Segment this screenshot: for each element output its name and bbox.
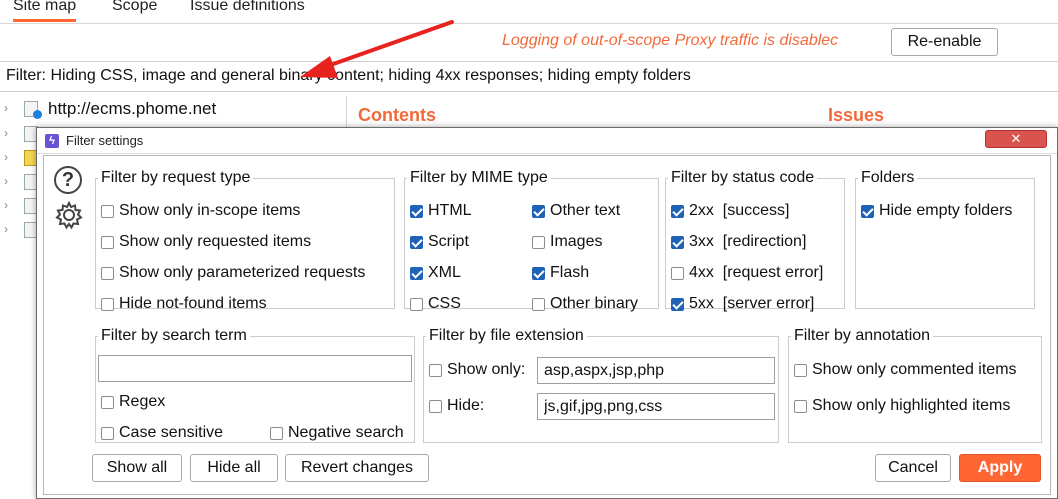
checkbox[interactable] — [532, 267, 545, 280]
checkbox[interactable] — [101, 396, 114, 409]
top-tabs: Site map Scope Issue definitions — [0, 0, 1058, 24]
checkbox[interactable] — [794, 364, 807, 377]
checkbox[interactable] — [671, 298, 684, 311]
checkbox[interactable] — [410, 298, 423, 311]
help-icon[interactable]: ? — [54, 166, 82, 194]
request-type-group: Filter by request type Show only in-scop… — [95, 169, 395, 312]
checkbox[interactable] — [101, 298, 114, 311]
chevron-right-icon[interactable]: › — [4, 102, 12, 114]
checkbox[interactable] — [270, 427, 283, 440]
scope-logging-notice: Logging of out-of-scope Proxy traffic is… — [502, 32, 839, 49]
checkbox[interactable] — [101, 205, 114, 218]
status-code-group: Filter by status code 2xx [success] 3xx … — [665, 169, 845, 312]
dialog-body: ? Filter by request type Show only in-sc… — [43, 155, 1051, 495]
show-all-button[interactable]: Show all — [92, 454, 182, 482]
reenable-button[interactable]: Re-enable — [891, 28, 998, 56]
file-extension-legend: Filter by file extension — [429, 327, 584, 344]
checkbox[interactable] — [532, 205, 545, 218]
tab-issue-definitions[interactable]: Issue definitions — [190, 0, 305, 15]
annotation-legend: Filter by annotation — [794, 327, 931, 344]
dialog-titlebar[interactable]: ϟ Filter settings ✕ — [37, 128, 1057, 154]
checkbox[interactable] — [410, 236, 423, 249]
checkbox[interactable] — [671, 236, 684, 249]
checkbox[interactable] — [429, 400, 442, 413]
file-extension-group: Filter by file extension Show only: Hide… — [423, 327, 779, 443]
folders-legend: Folders — [861, 169, 915, 186]
status-dot-icon — [33, 110, 42, 119]
hide-all-button[interactable]: Hide all — [190, 454, 278, 482]
folders-group: Folders Hide empty folders — [855, 169, 1035, 309]
contents-heading: Contents — [358, 105, 436, 125]
hide-extensions-input[interactable] — [537, 393, 775, 420]
filter-settings-dialog: ϟ Filter settings ✕ ? Filter by request … — [36, 127, 1058, 499]
search-term-group: Filter by search term Regex Case sensiti… — [95, 327, 415, 443]
checkbox[interactable] — [532, 298, 545, 311]
checkbox[interactable] — [794, 400, 807, 413]
tree-row[interactable]: › — [0, 219, 40, 243]
checkbox[interactable] — [410, 205, 423, 218]
request-type-legend: Filter by request type — [101, 169, 251, 186]
chevron-right-icon[interactable]: › — [4, 223, 12, 235]
tree-row[interactable]: › — [0, 123, 40, 147]
burp-app-icon: ϟ — [45, 134, 59, 148]
close-button[interactable]: ✕ — [985, 130, 1047, 148]
checkbox[interactable] — [861, 205, 874, 218]
checkbox[interactable] — [101, 236, 114, 249]
tree-host-label: http://ecms.phome.net — [48, 99, 217, 118]
status-code-legend: Filter by status code — [671, 169, 815, 186]
tree-row[interactable]: › — [0, 171, 40, 195]
checkbox[interactable] — [410, 267, 423, 280]
tree-row[interactable]: › — [0, 195, 40, 219]
checkbox[interactable] — [671, 205, 684, 218]
chevron-right-icon[interactable]: › — [4, 151, 12, 163]
issues-heading: Issues — [828, 105, 885, 125]
search-term-legend: Filter by search term — [101, 327, 247, 344]
chevron-right-icon[interactable]: › — [4, 175, 12, 187]
checkbox[interactable] — [101, 267, 114, 280]
search-term-input[interactable] — [98, 355, 412, 382]
annotation-group: Filter by annotation Show only commented… — [788, 327, 1042, 443]
chevron-right-icon[interactable]: › — [4, 127, 12, 139]
chevron-right-icon[interactable]: › — [4, 199, 12, 211]
tree-row[interactable]: › — [0, 147, 40, 171]
apply-button[interactable]: Apply — [959, 454, 1041, 482]
checkbox[interactable] — [101, 427, 114, 440]
tree-row[interactable]: › http://ecms.phome.net — [0, 98, 347, 122]
cancel-button[interactable]: Cancel — [875, 454, 951, 482]
checkbox[interactable] — [671, 267, 684, 280]
show-only-extensions-input[interactable] — [537, 357, 775, 384]
tab-site-map[interactable]: Site map — [13, 0, 77, 22]
mime-type-legend: Filter by MIME type — [410, 169, 548, 186]
checkbox[interactable] — [532, 236, 545, 249]
mime-type-group: Filter by MIME type HTML Other text Scri… — [404, 169, 659, 312]
revert-changes-button[interactable]: Revert changes — [285, 454, 429, 482]
tab-scope[interactable]: Scope — [112, 0, 157, 15]
filter-bar[interactable]: Filter: Hiding CSS, image and general bi… — [0, 61, 1058, 92]
dialog-title: Filter settings — [66, 133, 144, 148]
checkbox[interactable] — [429, 364, 442, 377]
gear-icon[interactable] — [54, 200, 84, 230]
